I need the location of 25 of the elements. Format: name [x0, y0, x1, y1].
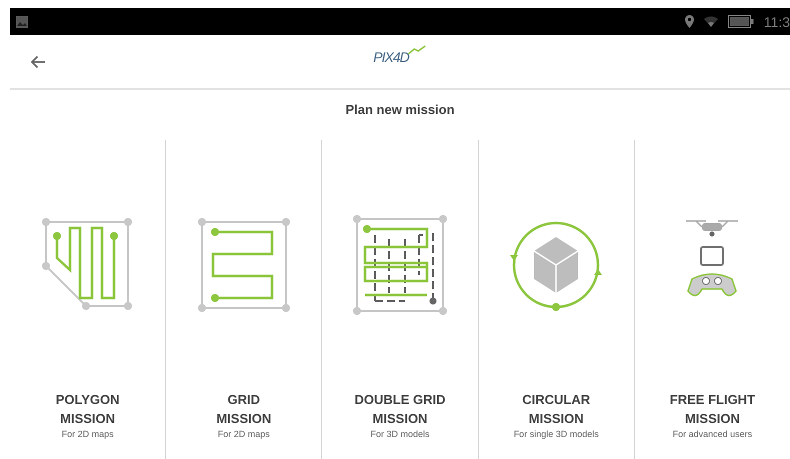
- polygon-path-icon: [42, 218, 134, 312]
- mission-title: POLYGON MISSION: [56, 391, 120, 428]
- mission-title: CIRCULAR MISSION: [522, 391, 590, 428]
- back-arrow-icon: [30, 54, 46, 68]
- mission-card[interactable]: FREE FLIGHT MISSION For advanced users: [634, 140, 790, 459]
- mission-card[interactable]: CIRCULAR MISSION For single 3D models: [478, 140, 635, 459]
- battery-icon: [728, 15, 754, 28]
- mission-title: DOUBLE GRID MISSION: [354, 391, 446, 428]
- wifi-icon: [704, 16, 718, 27]
- mission-subtitle: For single 3D models: [514, 429, 599, 439]
- double-grid-path-icon: [353, 215, 447, 315]
- mission-subtitle: For advanced users: [672, 429, 752, 439]
- clock-time: 11:3: [764, 14, 790, 30]
- mission-title: GRID MISSION: [216, 391, 272, 428]
- mission-card[interactable]: DOUBLE GRID MISSION For 3D models: [322, 140, 479, 459]
- grid-path-icon: [198, 218, 290, 312]
- page-title: Plan new mission: [344, 102, 456, 117]
- location-icon: [684, 15, 694, 28]
- image-icon: [16, 16, 28, 28]
- mission-card[interactable]: GRID MISSION For 2D maps: [166, 140, 322, 459]
- mission-subtitle: For 3D models: [370, 429, 430, 439]
- mission-subtitle: For 2D maps: [218, 429, 270, 439]
- mission-card[interactable]: POLYGON MISSION For 2D maps: [10, 140, 166, 459]
- mission-subtitle: For 2D maps: [62, 429, 114, 439]
- mission-title: FREE FLIGHT MISSION: [670, 391, 756, 428]
